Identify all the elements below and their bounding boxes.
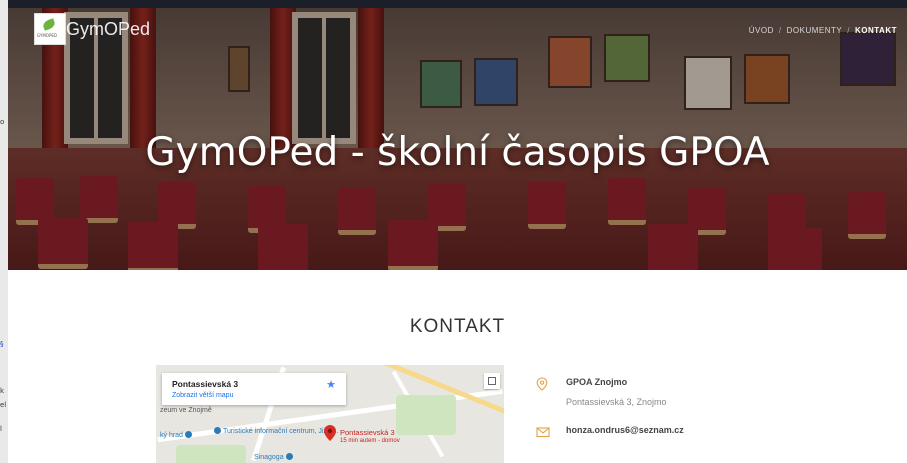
embedded-map[interactable]: Pontassievská 3 Zobrazit větší mapu ★ ze… [156,365,504,463]
contact-org-name: GPOA Znojmo [566,377,628,387]
background-window: o § k el l [0,0,8,463]
map-poi-label: zeum ve Znojmě [160,407,212,414]
contact-email-link[interactable]: honza.ondrus6@seznam.cz [566,425,684,435]
map-pin-label: Pontassievská 3 [340,428,395,437]
hero-banner: GYMOPED GymOPed ÚVOD / DOKUMENTY / KONTAKT G… [8,8,907,270]
nav-item-kontakt[interactable]: KONTAKT [855,26,897,35]
contact-address: Pontassievská 3, Znojmo [566,397,667,407]
background-fragment: el [0,401,7,409]
nav-item-dokumenty[interactable]: DOKUMENTY [787,26,843,35]
background-fragment: k [0,387,5,395]
fullscreen-icon[interactable] [484,373,500,389]
map-poi[interactable]: Sinagoga [254,453,295,461]
map-info-card: Pontassievská 3 Zobrazit větší mapu ★ [162,373,346,405]
map-poi-label: ký hrad [160,432,183,439]
map-poi[interactable]: Turistické informační centrum, Jižní... [214,427,339,435]
background-fragment: l [0,425,2,433]
map-larger-link[interactable]: Zobrazit větší mapu [172,392,233,399]
poi-marker-icon [214,427,221,434]
map-park [396,395,456,435]
map-poi-label: Sinagoga [254,454,284,461]
envelope-icon [536,425,550,439]
background-fragment: § [0,340,4,348]
star-icon[interactable]: ★ [326,378,336,391]
brand-name[interactable]: GymOPed [66,19,150,40]
poi-marker-icon [184,431,192,438]
hero-title: GymOPed - školní časopis GPOA [145,130,770,175]
nav-separator: / [847,26,850,35]
map-pin-icon[interactable] [324,425,336,441]
map-card-address: Pontassievská 3 [172,379,239,389]
site-logo[interactable]: GYMOPED [34,13,66,45]
poi-marker-icon [285,453,293,460]
logo-small-text: GYMOPED [37,33,57,38]
leaf-icon [41,18,57,31]
section-title: KONTAKT [409,316,506,337]
map-pin-sublabel: 15 min autem - domov [340,438,400,444]
nav-item-uvod[interactable]: ÚVOD [749,26,774,35]
map-park [176,445,246,463]
nav-separator: / [778,26,782,35]
main-nav: ÚVOD / DOKUMENTY / KONTAKT [749,26,897,35]
background-fragment: o [0,118,5,126]
map-poi[interactable]: ký hrad [160,431,194,439]
map-poi-label: Turistické informační centrum, Jižní... [223,428,339,435]
location-pin-icon [536,377,550,391]
webpage: GYMOPED GymOPed ÚVOD / DOKUMENTY / KONTAKT G… [8,8,907,463]
